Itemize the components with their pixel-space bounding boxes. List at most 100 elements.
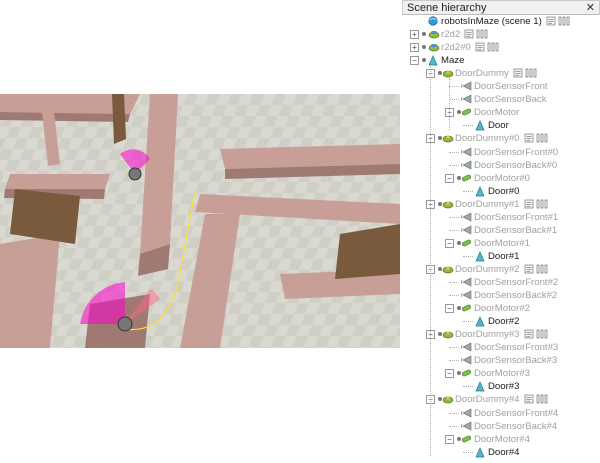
tree-item-label: Door#1 [488,250,520,262]
tree-item[interactable]: − DoorMotor#3 [402,367,600,380]
robot-r2d2 [128,167,142,181]
collapse-icon[interactable]: − [445,173,454,183]
tree-item[interactable]: Door#0 [402,185,600,198]
tree-item[interactable]: − DoorDummy#4 [402,393,600,406]
tree-item-label: DoorDummy#4 [455,394,520,406]
tree-item[interactable]: Door [402,119,600,132]
tree-item[interactable]: DoorSensorFront#0 [402,146,600,159]
tree-item[interactable]: Door#2 [402,315,600,328]
tree-item-label: DoorSensorFront [474,81,548,93]
expand-icon[interactable]: + [410,43,419,53]
tree-item[interactable]: DoorSensorFront [402,80,600,93]
tree-item[interactable]: + r2d2 [402,28,600,41]
tree-item[interactable]: DoorSensorBack#2 [402,289,600,302]
tree-item[interactable]: DoorSensorBack#4 [402,420,600,433]
collapse-icon[interactable]: − [445,304,454,314]
maze-door [112,94,126,144]
tree-item-label: DoorSensorFront#4 [474,407,559,419]
collapse-icon[interactable]: − [445,369,454,379]
tree-connector-line [449,86,459,88]
maze-wall [0,234,60,348]
tree-item[interactable]: Door#3 [402,380,600,393]
tree-connector-dot [422,32,426,37]
floor-marker: . . . [195,188,201,193]
tree-item-label: DoorDummy#1 [455,198,520,210]
tree-item-label: DoorSensorBack#1 [474,224,558,236]
tree-item[interactable]: DoorSensorFront#3 [402,341,600,354]
tree-item[interactable]: + r2d2#0 [402,41,600,54]
tree-connector-line [463,190,473,192]
tree-item[interactable]: − DoorDummy#3 [402,328,600,341]
tree-item-label: DoorMotor#1 [474,237,530,249]
tree-connector-line [463,255,473,257]
tree-item-label: DoorDummy#0 [455,133,520,145]
tree-item-label: DoorSensorFront#3 [474,342,559,354]
tree-item-label: Door#2 [488,316,520,328]
tree-item[interactable]: − DoorMotor#1 [402,237,600,250]
tree-connector-line [449,77,450,130]
tree-item-label: DoorMotor [474,107,520,119]
expand-icon[interactable]: + [410,30,419,40]
tree-connector-dot [422,45,426,50]
tree-item-label: DoorMotor#4 [474,433,530,445]
tree-item[interactable]: DoorSensorBack#1 [402,224,600,237]
tree-connector-line [463,125,473,127]
tree-item[interactable]: DoorSensorFront#4 [402,407,600,420]
tree-connector-line [449,229,459,231]
maze-wall [5,174,110,189]
tree-item-label: DoorSensorBack#0 [474,159,558,171]
tree-item[interactable]: − DoorMotor#0 [402,172,600,185]
tree-item[interactable]: − DoorMotor [402,106,600,119]
tree-item-label: Maze [441,55,465,67]
tree-item-label: Door#3 [488,381,520,393]
tree-item-label: DoorSensorFront#1 [474,211,559,223]
tree-item[interactable]: DoorSensorFront#1 [402,211,600,224]
tree-item-label: DoorMotor#2 [474,303,530,315]
tree-connector-line [449,151,459,153]
collapse-icon[interactable]: − [445,434,454,444]
tree-connector-line [430,64,431,457]
shape-icon [475,446,485,463]
collapse-icon[interactable]: − [445,238,454,248]
tree-connector-dot [422,58,426,63]
tree-item-label: DoorDummy#2 [455,263,520,275]
tree-item-label: Door#0 [488,185,520,197]
tree-item-label: DoorSensorBack [474,94,547,106]
tree-item[interactable]: robotsInMaze (scene 1) [402,15,600,28]
tree-item[interactable]: − DoorMotor#2 [402,302,600,315]
tree-item-label: DoorSensorBack#4 [474,420,558,432]
scene-tree: robotsInMaze (scene 1) + r2d2 + r2d2#0− Maze −… [402,15,600,458]
tree-connector-line [463,451,473,453]
tree-item[interactable]: DoorSensorBack#3 [402,354,600,367]
collapse-icon[interactable]: − [410,56,419,66]
tree-item[interactable]: Door#1 [402,250,600,263]
tree-item-label: Door [488,120,509,132]
tree-connector-line [449,412,459,414]
tree-connector-line [449,360,459,362]
scene-3d-viewport[interactable]: . . . [0,94,400,348]
tree-item[interactable]: − Maze [402,54,600,67]
tree-connector-line [449,425,459,427]
tree-item[interactable]: DoorSensorFront#2 [402,276,600,289]
tree-connector-line [463,386,473,388]
tree-item[interactable]: − DoorDummy#0 [402,132,600,145]
tree-item[interactable]: − DoorDummy#1 [402,198,600,211]
tree-item[interactable]: − DoorDummy#2 [402,263,600,276]
tree-item-label: DoorSensorFront#0 [474,146,559,158]
maze-render: . . . [0,94,400,348]
panel-title: Scene hierarchy [407,2,487,14]
tree-item[interactable]: − DoorDummy [402,67,600,80]
tree-item[interactable]: DoorSensorBack#0 [402,159,600,172]
tree-item[interactable]: DoorSensorBack [402,93,600,106]
tree-item-label: DoorSensorFront#2 [474,277,559,288]
tree-item-label: DoorSensorBack#2 [474,290,558,302]
tree-connector-line [449,216,459,218]
tree-item-label: DoorMotor#3 [474,368,530,380]
close-icon[interactable]: ✕ [586,1,595,16]
tree-connector-line [449,347,459,349]
scene-hierarchy-panel: Scene hierarchy ✕ robotsInMaze (scene 1)… [402,0,600,458]
tree-item[interactable]: − DoorMotor#4 [402,433,600,446]
tree-connector-line [449,164,459,166]
panel-header: Scene hierarchy ✕ [402,0,600,15]
tree-connector-line [449,99,459,101]
